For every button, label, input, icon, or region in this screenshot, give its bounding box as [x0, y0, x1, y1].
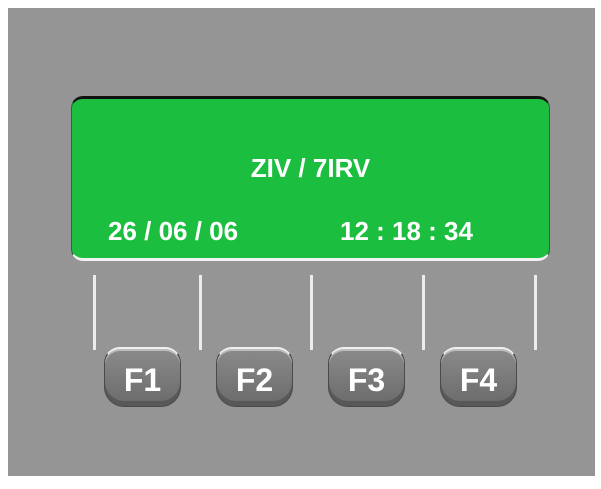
- lcd-display: ZIV / 7IRV 26 / 06 / 06 12 : 18 : 34: [71, 96, 550, 261]
- key-divider: [310, 275, 313, 350]
- lcd-date: 26 / 06 / 06: [108, 216, 239, 246]
- f1-key-button[interactable]: F1: [104, 347, 181, 407]
- f3-key-button[interactable]: F3: [328, 347, 405, 407]
- key-divider: [93, 275, 96, 350]
- key-divider: [422, 275, 425, 350]
- key-divider: [199, 275, 202, 350]
- lcd-title: ZIV / 7IRV: [250, 153, 371, 183]
- f4-key-label: F4: [459, 362, 498, 398]
- f1-key-label: F1: [123, 362, 162, 398]
- f2-key-label: F2: [235, 362, 274, 398]
- key-divider: [534, 275, 537, 350]
- f4-key-button[interactable]: F4: [440, 347, 517, 407]
- f2-key-button[interactable]: F2: [216, 347, 293, 407]
- f3-key-label: F3: [347, 362, 386, 398]
- lcd-time: 12 : 18 : 34: [340, 216, 473, 246]
- screenshot-canvas: ZIV / 7IRV 26 / 06 / 06 12 : 18 : 34 F1 …: [0, 0, 601, 489]
